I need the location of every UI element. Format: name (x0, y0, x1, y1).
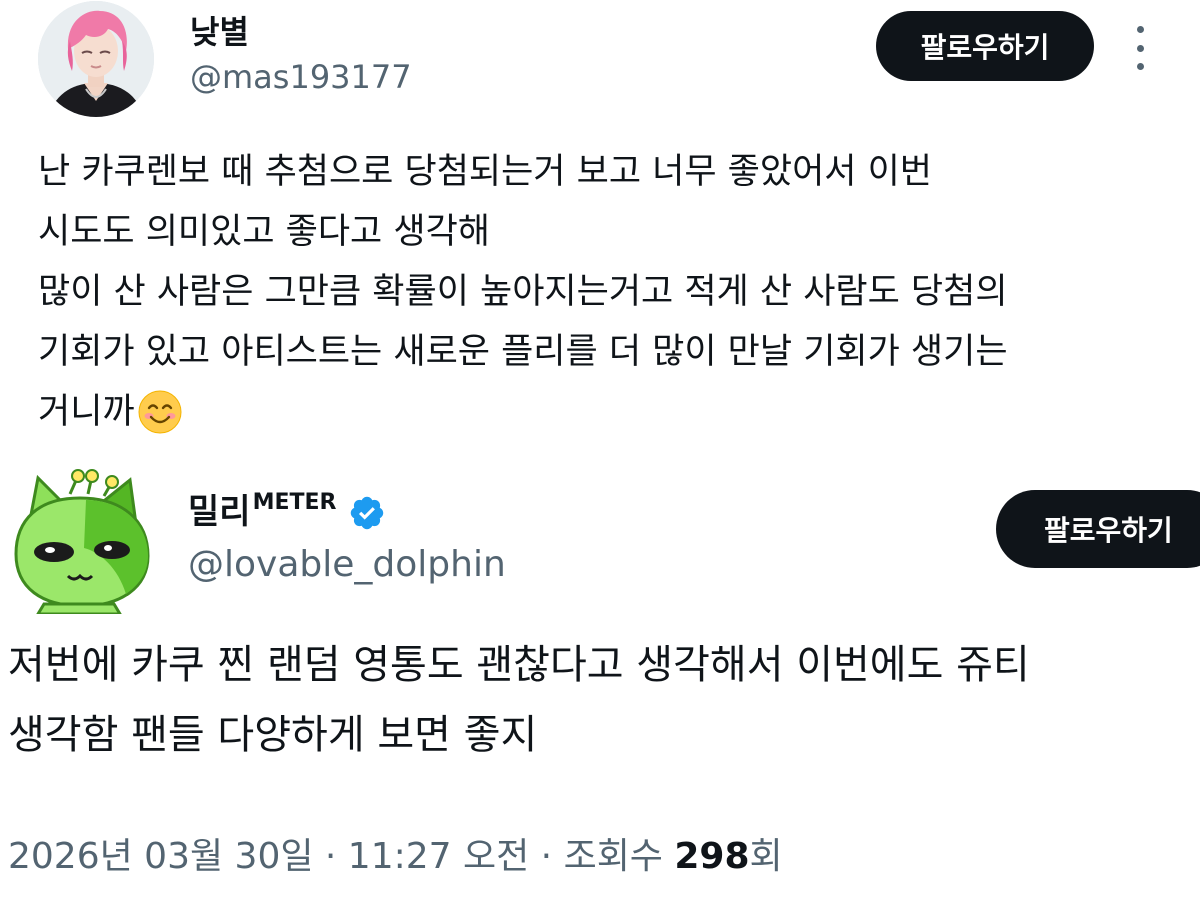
view-count-suffix: 회 (749, 836, 783, 877)
tweet-text-line-last: 거니까 (38, 382, 1188, 442)
dot (1136, 26, 1144, 33)
tweet-text-line: 저번에 카쿠 찐 랜덤 영통도 괜찮다고 생각해서 이번에도 쥬티 (8, 642, 1030, 688)
display-name[interactable]: 낮별 (190, 12, 249, 52)
timestamp[interactable]: 2026년 03월 30일 · 11:27 오전 · 조회수 (8, 836, 674, 877)
avatar[interactable] (38, 1, 154, 117)
display-name[interactable]: 밀리 METER (188, 490, 386, 534)
avatar[interactable] (8, 468, 160, 614)
follow-button[interactable]: 팔로우하기 (996, 490, 1200, 568)
tweet-text-fragment: 거니까 (38, 392, 135, 432)
tweet-text: 저번에 카쿠 찐 랜덤 영통도 괜찮다고 생각해서 이번에도 쥬티 생각함 팬들… (8, 630, 1200, 770)
display-name-superscript: METER (252, 490, 337, 515)
display-name-text: 밀리 (188, 492, 251, 532)
dot (1136, 44, 1144, 52)
tweet-text-line: 난 카쿠렌보 때 추첨으로 당첨되는거 보고 너무 좋았어서 이번 (38, 152, 933, 192)
tweet-text-line: 많이 산 사람은 그만큼 확률이 높아지는거고 적게 산 사람도 당첨의 (38, 272, 1008, 312)
follow-button[interactable]: 팔로우하기 (876, 11, 1094, 81)
view-count[interactable]: 298 (674, 836, 749, 877)
avatar-illustration (38, 1, 154, 117)
tweet-screenshot: 낮별 @mas193177 팔로우하기 난 카쿠렌보 때 추첨으로 당첨되는거 … (0, 0, 1200, 900)
tweet-text-line: 생각함 팬들 다양하게 보면 좋지 (8, 712, 538, 758)
dot (1136, 63, 1144, 70)
smiling-face-icon (138, 390, 182, 434)
tweet-meta: 2026년 03월 30일 · 11:27 오전 · 조회수 298회 (8, 830, 783, 884)
tweet1-header: 낮별 @mas193177 팔로우하기 (0, 0, 1200, 130)
tweet-text-line: 기회가 있고 아티스트는 새로운 플리를 더 많이 만날 기회가 생기는 (38, 332, 1008, 372)
more-options-icon[interactable] (1126, 26, 1154, 70)
user-handle[interactable]: @lovable_dolphin (188, 542, 506, 588)
tweet-text-line: 시도도 의미있고 좋다고 생각해 (38, 212, 490, 252)
user-handle[interactable]: @mas193177 (190, 56, 412, 98)
tweet-text: 난 카쿠렌보 때 추첨으로 당첨되는거 보고 너무 좋았어서 이번 시도도 의미… (38, 142, 1188, 442)
verified-badge-icon[interactable] (348, 494, 386, 532)
